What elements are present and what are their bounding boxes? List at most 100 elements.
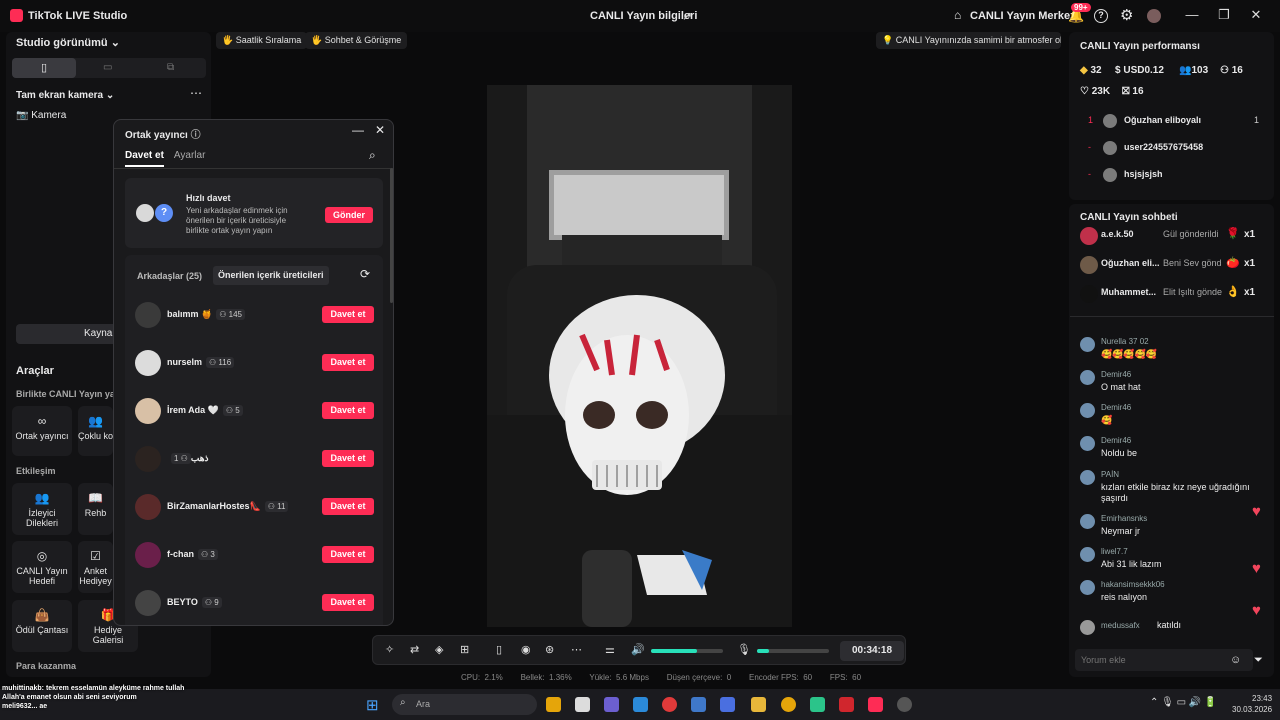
- multi-layout-icon[interactable]: ⧉: [167, 62, 174, 73]
- portrait-icon[interactable]: ▯: [12, 58, 76, 78]
- windows-start-icon[interactable]: ⊞: [366, 696, 379, 714]
- live-goal-tool[interactable]: ◎ CANLI Yayın Hedefi: [12, 541, 72, 593]
- folder-icon[interactable]: [751, 697, 766, 712]
- edge-icon[interactable]: [633, 697, 648, 712]
- invite-button[interactable]: Davet et: [322, 594, 374, 611]
- opera-icon[interactable]: [662, 697, 677, 712]
- gift-user[interactable]: Muhammet...: [1101, 287, 1161, 297]
- mail-icon[interactable]: [691, 697, 706, 712]
- invite-button[interactable]: Davet et: [322, 354, 374, 371]
- close-icon[interactable]: ✕: [1246, 7, 1266, 23]
- avatar[interactable]: [1147, 9, 1161, 23]
- gift-user[interactable]: Oğuzhan eli...: [1101, 258, 1161, 268]
- discord-icon[interactable]: [720, 697, 735, 712]
- home-icon[interactable]: ⌂: [954, 8, 961, 22]
- filter-icon[interactable]: ⏷: [1254, 654, 1263, 667]
- ranking-user[interactable]: hsjsjsjsh: [1124, 169, 1163, 179]
- send-button[interactable]: Gönder: [325, 207, 373, 223]
- minimize-icon[interactable]: —: [352, 123, 364, 137]
- teams-icon[interactable]: [604, 697, 619, 712]
- record-icon[interactable]: ◉: [521, 643, 531, 656]
- emoji-icon[interactable]: ☺: [1230, 654, 1241, 666]
- invite-button[interactable]: Davet et: [322, 306, 374, 323]
- effects-icon[interactable]: ◈: [435, 643, 443, 656]
- chat-username[interactable]: Emirhansnks: [1101, 514, 1147, 523]
- chat-username[interactable]: PAİN: [1101, 470, 1119, 479]
- video-app-icon[interactable]: [839, 697, 854, 712]
- tab-suggested[interactable]: Önerilen içerik üreticileri: [213, 266, 329, 285]
- help-icon[interactable]: ⓘ: [191, 130, 201, 141]
- avatar[interactable]: [1103, 114, 1117, 128]
- store-icon[interactable]: [575, 697, 590, 712]
- scene-dropdown[interactable]: Tam ekran kamera ⌄: [16, 90, 114, 101]
- avatar: [1080, 370, 1095, 385]
- add-media-icon[interactable]: ⊞: [460, 643, 469, 656]
- chrome-icon[interactable]: [546, 697, 561, 712]
- hourly-ranking-pill[interactable]: 🖐 Saatlik Sıralama: [216, 32, 308, 49]
- comment-input[interactable]: [1075, 649, 1253, 671]
- landscape-icon[interactable]: ▭: [103, 62, 112, 73]
- app-icon[interactable]: [897, 697, 912, 712]
- chat-username[interactable]: Demir46: [1101, 436, 1131, 445]
- maximize-icon[interactable]: ❐: [1214, 7, 1234, 23]
- avatar[interactable]: [1103, 141, 1117, 155]
- tab-invite[interactable]: Davet et: [125, 150, 164, 167]
- taskbar-search[interactable]: Ara: [392, 694, 537, 715]
- microphone-icon[interactable]: 🎙: [737, 643, 751, 656]
- live-center-link[interactable]: CANLI Yayın Merkezi: [970, 10, 1079, 22]
- chat-username[interactable]: hakansimsekkk06: [1101, 580, 1165, 589]
- performance-title: CANLI Yayın performansı: [1080, 41, 1200, 52]
- more-icon[interactable]: ⋯: [190, 86, 202, 100]
- speaker-icon[interactable]: 🔊: [631, 643, 645, 656]
- chat-username[interactable]: liwel7.7: [1101, 547, 1128, 556]
- phone-icon[interactable]: ▯: [496, 643, 502, 656]
- ranking-user[interactable]: Oğuzhan eliboyalı: [1124, 115, 1201, 125]
- multi-guest-tool[interactable]: 👥 Çoklu ko: [78, 406, 113, 456]
- refresh-icon[interactable]: ⟳: [360, 267, 370, 281]
- tray-icons[interactable]: ⌃ 🎙 ▭ 🔊 🔋: [1150, 697, 1217, 708]
- chat-username[interactable]: Demir46: [1101, 403, 1131, 412]
- viewer-wishes-tool[interactable]: 👥 İzleyici Dilekleri: [12, 483, 72, 535]
- magic-icon[interactable]: ✧: [385, 643, 394, 656]
- tab-settings[interactable]: Ayarlar: [174, 150, 206, 161]
- poll-tool[interactable]: ☑ Anket Hediyey: [78, 541, 113, 593]
- list-item: ذهب⚇ 1 Davet et: [135, 441, 375, 489]
- close-icon[interactable]: ✕: [375, 123, 385, 137]
- follower-count: ⚇ 3: [198, 549, 218, 560]
- tab-friends[interactable]: Arkadaşlar (25): [137, 271, 202, 281]
- chrome-icon[interactable]: [781, 697, 796, 712]
- tip-pill[interactable]: 💡 CANLI Yayınınızda samimi bir atmosfer …: [876, 32, 1061, 49]
- invite-button[interactable]: Davet et: [322, 498, 374, 515]
- gift-user[interactable]: a.e.k.50: [1101, 229, 1161, 239]
- reward-bag-tool[interactable]: 👜 Ödül Çantası: [12, 600, 72, 652]
- minimize-icon[interactable]: —: [1182, 7, 1202, 22]
- mic-slider[interactable]: [757, 649, 829, 653]
- avatar[interactable]: [1103, 168, 1117, 182]
- chat-call-pill[interactable]: 🖐 Sohbet & Görüşme: [305, 32, 408, 49]
- scrollbar[interactable]: [390, 168, 393, 303]
- mixer-icon[interactable]: ⚌: [605, 643, 615, 656]
- ranking-user[interactable]: user224557675458: [1124, 142, 1203, 152]
- invite-button[interactable]: Davet et: [322, 546, 374, 563]
- guide-tool[interactable]: 📖 Rehb: [78, 483, 113, 535]
- search-icon[interactable]: ⌕: [369, 148, 376, 163]
- capture-icon[interactable]: ⊛: [545, 643, 554, 656]
- help-icon[interactable]: ?: [1094, 9, 1108, 23]
- translate-icon[interactable]: ⇄: [410, 643, 419, 656]
- share-icon[interactable]: ↗: [682, 9, 692, 23]
- invite-button[interactable]: Davet et: [322, 402, 374, 419]
- volume-slider[interactable]: [651, 649, 723, 653]
- more-icon[interactable]: ⋯: [571, 643, 582, 656]
- avatar: [1080, 470, 1095, 485]
- tiktok-icon[interactable]: [868, 697, 883, 712]
- co-host-tool[interactable]: ∞ Ortak yayıncı: [12, 406, 72, 456]
- studio-view-dropdown[interactable]: Studio görünümü ⌄: [16, 36, 120, 49]
- avatar: [1080, 285, 1098, 303]
- chat-username[interactable]: Demir46: [1101, 370, 1131, 379]
- camera-source[interactable]: 📷 Kamera: [16, 110, 66, 121]
- gear-icon[interactable]: ⚙: [1120, 6, 1133, 24]
- chat-username[interactable]: Nurella 37 02: [1101, 337, 1149, 346]
- app-icon[interactable]: [810, 697, 825, 712]
- clock[interactable]: 23:43 30.03.2026: [1232, 693, 1272, 715]
- invite-button[interactable]: Davet et: [322, 450, 374, 467]
